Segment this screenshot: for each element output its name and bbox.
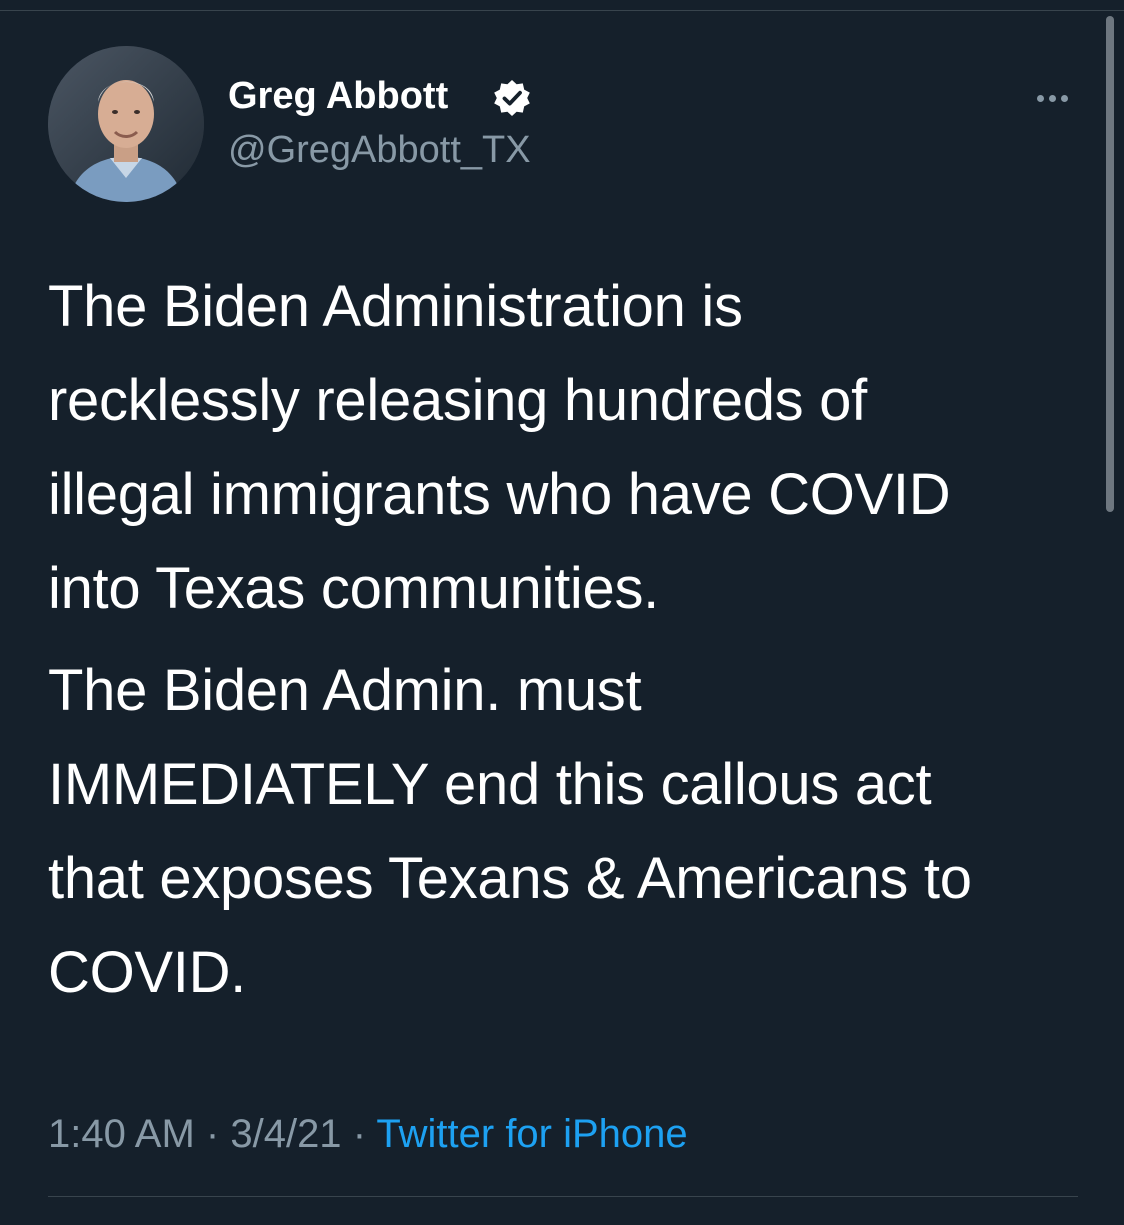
author-name[interactable]: Greg Abbott: [228, 72, 448, 120]
more-options-icon-dot: [1048, 94, 1056, 102]
meta-separator: ·: [205, 1112, 220, 1156]
tweet-paragraph: The Biden Admin. must IMMEDIATELY end th…: [48, 658, 972, 1005]
more-options-icon: [1036, 94, 1044, 102]
more-options-icon-dot: [1060, 94, 1068, 102]
bottom-divider: [48, 1196, 1078, 1197]
top-divider: [0, 10, 1124, 11]
tweet-text: The Biden Administration is recklessly r…: [48, 260, 1088, 1020]
tweet-date[interactable]: 3/4/21: [230, 1112, 341, 1156]
avatar[interactable]: [48, 46, 204, 202]
scrollbar[interactable]: [1106, 16, 1114, 512]
meta-separator: ·: [352, 1112, 367, 1156]
author-handle[interactable]: @GregAbbott_TX: [228, 126, 531, 174]
tweet-metadata: 1:40 AM · 3/4/21 · Twitter for iPhone: [48, 1106, 688, 1162]
avatar-portrait-icon: [48, 46, 204, 202]
tweet-source-link[interactable]: Twitter for iPhone: [376, 1112, 687, 1156]
tweet-paragraph: The Biden Administration is recklessly r…: [48, 274, 951, 621]
more-options-button[interactable]: [1026, 80, 1078, 116]
tweet-time[interactable]: 1:40 AM: [48, 1112, 195, 1156]
verified-badge-icon: [492, 78, 532, 118]
